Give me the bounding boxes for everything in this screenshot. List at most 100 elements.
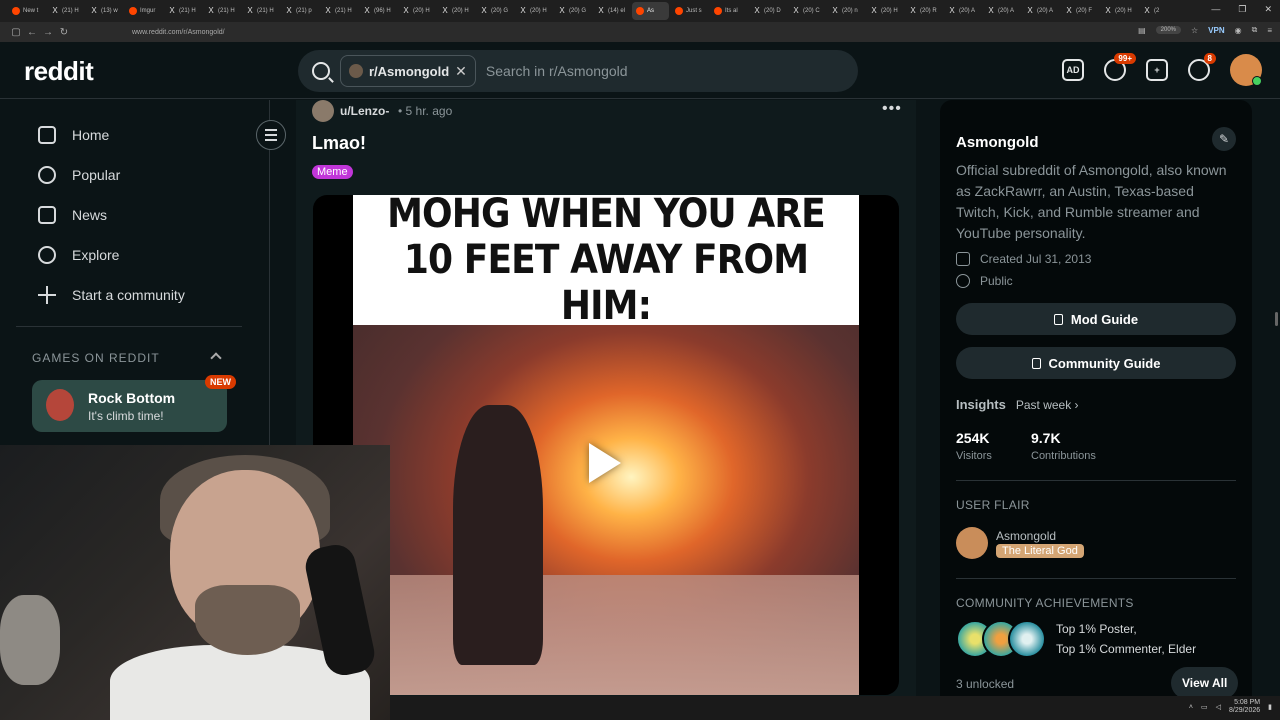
- more-options-icon[interactable]: •••: [882, 100, 902, 118]
- game-card-rock-bottom[interactable]: Rock Bottom It's climb time!: [32, 380, 227, 432]
- browser-tab[interactable]: X (20) G: [476, 2, 513, 20]
- browser-tab[interactable]: X (20) R: [905, 2, 942, 20]
- achievement-badges[interactable]: [956, 620, 1046, 658]
- games-section-header[interactable]: GAMES ON REDDIT: [32, 351, 160, 365]
- browser-tab[interactable]: New t: [8, 2, 45, 20]
- view-all-button[interactable]: View All: [1171, 667, 1239, 699]
- nav-popular[interactable]: Popular: [38, 166, 120, 184]
- browser-tab[interactable]: X (21) H: [242, 2, 279, 20]
- browser-tab[interactable]: As: [632, 2, 669, 20]
- meme-caption-text: MOHG WHEN YOU ARE 10 FEET AWAY FROM HIM:: [387, 195, 826, 329]
- subreddit-avatar: [349, 64, 363, 78]
- browser-tab[interactable]: Its al: [710, 2, 747, 20]
- browser-tab-label: (21) p: [296, 8, 312, 14]
- reader-icon[interactable]: ▤: [1138, 26, 1146, 35]
- clock-date: 8/29/2026: [1228, 707, 1261, 714]
- search-input[interactable]: Search in r/Asmongold: [486, 63, 628, 79]
- browser-tab[interactable]: X (14) el: [593, 2, 630, 20]
- browser-tab[interactable]: X (20) H: [1100, 2, 1137, 20]
- visitors-stat: 254K Visitors: [956, 430, 992, 462]
- browser-tab[interactable]: X (21) H: [320, 2, 357, 20]
- browser-tab[interactable]: X (20) C: [788, 2, 825, 20]
- subreddit-search-chip[interactable]: r/Asmongold ✕: [340, 55, 476, 87]
- post-title[interactable]: Lmao!: [312, 133, 366, 154]
- x-logo-icon: X: [988, 6, 994, 15]
- chevron-up-icon[interactable]: [210, 352, 222, 364]
- extensions-icon[interactable]: ⧉: [1252, 25, 1258, 35]
- nav-home[interactable]: Home: [38, 126, 109, 144]
- play-icon[interactable]: [589, 443, 621, 483]
- nav-explore[interactable]: Explore: [38, 246, 119, 264]
- browser-tab[interactable]: X (20) D: [749, 2, 786, 20]
- tray-chevron-icon[interactable]: ˄: [1189, 704, 1193, 711]
- page-scrollbar[interactable]: [1275, 312, 1278, 326]
- browser-tab[interactable]: X (21) H: [164, 2, 201, 20]
- notification-center-icon[interactable]: ▮: [1268, 703, 1272, 711]
- browser-tab[interactable]: X (13) w: [86, 2, 123, 20]
- browser-tab[interactable]: X (20) G: [554, 2, 591, 20]
- achievement-text: Top 1% Poster, Top 1% Commenter, Elder: [1056, 619, 1196, 659]
- site-favicon-icon: [636, 7, 644, 15]
- browser-tab[interactable]: X (21) H: [47, 2, 84, 20]
- address-bar-actions: ▤ 200% ☆ VPN ◉ ⧉ ≡: [1138, 25, 1272, 35]
- author-avatar[interactable]: [312, 100, 334, 122]
- notifications-icon[interactable]: 8: [1188, 53, 1216, 81]
- insights-range-dropdown[interactable]: Past week ›: [1016, 398, 1079, 412]
- clock[interactable]: 5:08 PM 8/29/2026: [1229, 699, 1260, 715]
- browser-tab[interactable]: X (20) H: [515, 2, 552, 20]
- zoom-level[interactable]: 200%: [1155, 26, 1181, 34]
- volume-icon[interactable]: ◁: [1216, 703, 1221, 711]
- create-post-icon[interactable]: +: [1146, 59, 1168, 81]
- post-author[interactable]: u/Lenzo-: [340, 104, 389, 118]
- nav-news[interactable]: News: [38, 206, 107, 224]
- community-guide-button[interactable]: Community Guide: [956, 347, 1236, 379]
- restore-icon[interactable]: ❐: [1238, 4, 1246, 15]
- browser-tab[interactable]: X (21) H: [203, 2, 240, 20]
- post-time: • 5 hr. ago: [398, 104, 453, 118]
- user-flair-tag[interactable]: The Literal God: [996, 544, 1084, 558]
- bookmark-star-icon[interactable]: ☆: [1191, 26, 1198, 35]
- browser-tab[interactable]: X (20) A: [983, 2, 1020, 20]
- browser-tab[interactable]: X (21) p: [281, 2, 318, 20]
- mod-guide-button[interactable]: Mod Guide: [956, 303, 1236, 335]
- sidebar-toggle-icon[interactable]: ▢: [8, 27, 24, 38]
- forward-icon[interactable]: →: [40, 27, 56, 38]
- browser-tab[interactable]: Just s: [671, 2, 708, 20]
- advertise-icon[interactable]: AD: [1062, 59, 1084, 81]
- url-field[interactable]: www.reddit.com/r/Asmongold/: [132, 29, 225, 36]
- browser-tab[interactable]: X (20) n: [827, 2, 864, 20]
- browser-tab-label: (20) H: [881, 8, 898, 14]
- browser-tab[interactable]: X (20) H: [866, 2, 903, 20]
- browser-tab[interactable]: X (20) A: [944, 2, 981, 20]
- menu-icon[interactable]: ≡: [1267, 26, 1272, 35]
- post-video[interactable]: MOHG WHEN YOU ARE 10 FEET AWAY FROM HIM:: [313, 195, 899, 695]
- chat-icon[interactable]: 99+: [1104, 53, 1136, 81]
- browser-tab[interactable]: X (20) F: [1061, 2, 1098, 20]
- x-logo-icon: X: [91, 6, 97, 15]
- browser-tab[interactable]: X (96) H: [359, 2, 396, 20]
- browser-tab-label: (21) H: [335, 8, 352, 14]
- reload-icon[interactable]: ↻: [56, 27, 72, 38]
- close-window-icon[interactable]: ✕: [1264, 4, 1272, 15]
- x-logo-icon: X: [1144, 6, 1150, 15]
- browser-tab[interactable]: X (2: [1139, 2, 1176, 20]
- user-avatar[interactable]: [1230, 54, 1262, 86]
- reddit-logo[interactable]: reddit: [24, 56, 94, 87]
- chip-remove-icon[interactable]: ✕: [455, 63, 467, 80]
- nav-home-label: Home: [72, 127, 110, 143]
- browser-tab-label: (20) D: [764, 8, 781, 14]
- sidebar-collapse-button[interactable]: [256, 120, 286, 150]
- back-icon[interactable]: ←: [24, 27, 40, 38]
- nav-start-community[interactable]: Start a community: [38, 286, 185, 304]
- vpn-button[interactable]: VPN: [1208, 26, 1224, 35]
- wallet-icon[interactable]: ◉: [1235, 26, 1242, 35]
- browser-tab[interactable]: X (20) H: [437, 2, 474, 20]
- search-bar[interactable]: r/Asmongold ✕ Search in r/Asmongold: [298, 50, 858, 92]
- browser-tab[interactable]: X (20) H: [398, 2, 435, 20]
- network-icon[interactable]: ▭: [1201, 703, 1208, 711]
- edit-pencil-icon[interactable]: ✎: [1212, 127, 1236, 151]
- browser-tab[interactable]: X (20) A: [1022, 2, 1059, 20]
- post-flair[interactable]: Meme: [312, 165, 353, 179]
- browser-tab[interactable]: Imgur: [125, 2, 162, 20]
- minimize-icon[interactable]: —: [1211, 4, 1220, 15]
